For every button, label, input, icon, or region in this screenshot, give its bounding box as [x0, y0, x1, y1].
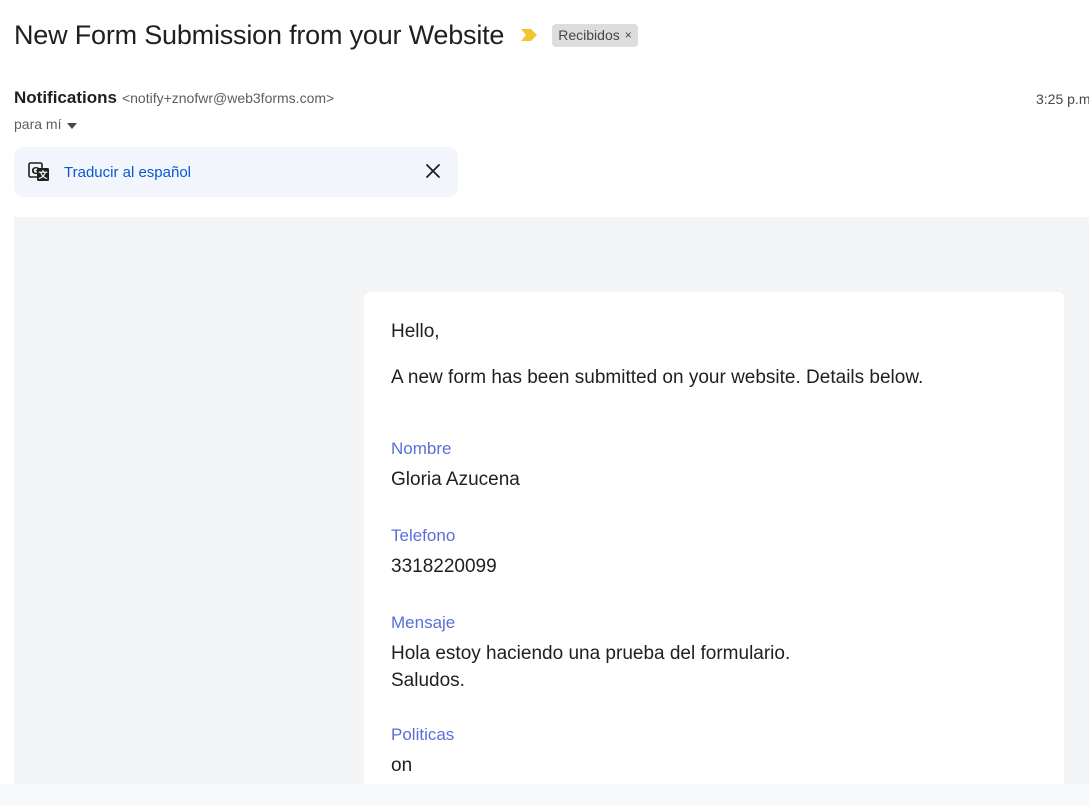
- field-label: Mensaje: [391, 613, 456, 632]
- label-chip-inbox[interactable]: Recibidos ×: [552, 23, 638, 47]
- recipients-toggle[interactable]: para mí: [14, 115, 78, 132]
- translate-icon: G 文: [28, 161, 50, 183]
- field-value: on: [391, 755, 413, 776]
- translate-bar: G 文 Traducir al español: [14, 147, 458, 197]
- field-value: Hola estoy haciendo una prueba del formu…: [391, 640, 1037, 694]
- email-subject: New Form Submission from your Website: [14, 19, 505, 50]
- field-value: 3318220099: [391, 556, 497, 577]
- field-label: Politicas: [391, 725, 455, 744]
- message-card: Hello, A new form has been submitted on …: [364, 292, 1064, 792]
- message-line: Hola estoy haciendo una prueba del formu…: [391, 643, 791, 664]
- caret-down-icon: [67, 116, 78, 132]
- field-label: Nombre: [391, 439, 452, 458]
- svg-text:文: 文: [37, 169, 48, 181]
- close-icon[interactable]: [424, 162, 442, 180]
- field-politicas: Politicas on: [391, 724, 1037, 779]
- message-line: Saludos.: [391, 670, 465, 691]
- sender-name[interactable]: Notifications: [14, 88, 117, 108]
- remove-label-icon[interactable]: ×: [625, 28, 632, 42]
- intro-text: A new form has been submitted on your we…: [391, 367, 924, 388]
- email-view: New Form Submission from your Website Re…: [0, 0, 1089, 805]
- bottom-strip: [0, 784, 1089, 805]
- email-body: Hello, A new form has been submitted on …: [14, 217, 1089, 792]
- field-value: Gloria Azucena: [391, 469, 520, 490]
- email-time: 3:25 p.m: [1036, 91, 1089, 107]
- sender-row: Notifications <notify+znofwr@web3forms.c…: [14, 88, 1089, 110]
- recipient-text: para mí: [14, 115, 62, 132]
- translate-link[interactable]: Traducir al español: [64, 164, 191, 181]
- field-nombre: Nombre Gloria Azucena: [391, 438, 1037, 493]
- field-label: Telefono: [391, 526, 456, 545]
- field-mensaje: Mensaje Hola estoy haciendo una prueba d…: [391, 612, 1037, 694]
- subject-row: New Form Submission from your Website Re…: [14, 16, 638, 54]
- sender-email: <notify+znofwr@web3forms.com>: [121, 90, 335, 106]
- greeting: Hello,: [391, 321, 440, 342]
- importance-marker-icon[interactable]: [520, 26, 538, 44]
- field-telefono: Telefono 3318220099: [391, 525, 1037, 580]
- label-chip-text: Recibidos: [558, 27, 620, 43]
